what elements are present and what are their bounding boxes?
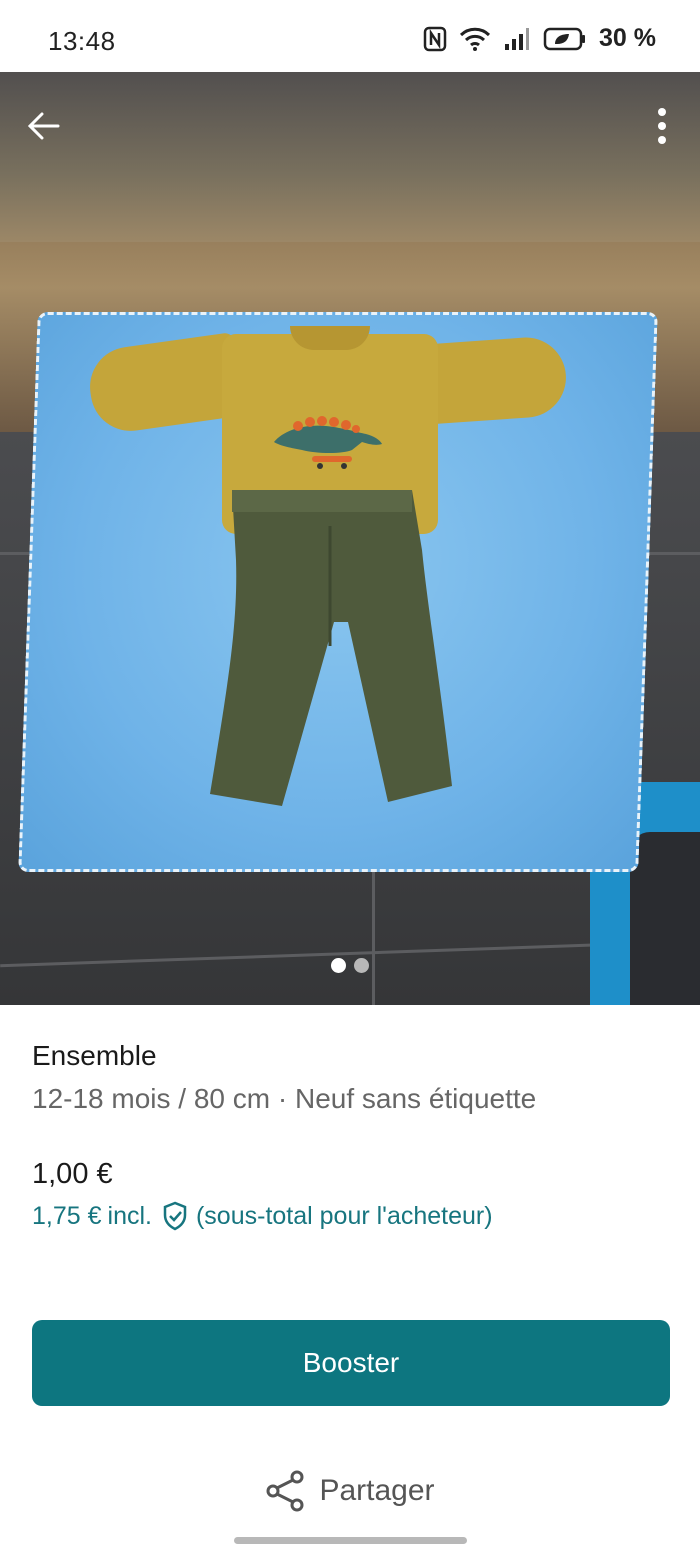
share-icon	[266, 1470, 304, 1512]
more-vertical-icon	[658, 108, 666, 144]
share-label: Partager	[319, 1474, 435, 1507]
battery-saver-icon	[543, 26, 587, 52]
item-title: Ensemble	[32, 1040, 157, 1071]
item-size-condition: 12-18 mois / 80 cm · Neuf sans étiquette	[32, 1083, 537, 1114]
signal-icon	[503, 26, 531, 52]
status-bar: 13:48 30 %	[0, 0, 700, 72]
floor-tile-line	[372, 862, 375, 1005]
subtotal-note: (sous-total pour l'acheteur)	[195, 1201, 493, 1230]
arrow-left-icon	[27, 112, 60, 140]
sweater-collar	[290, 326, 370, 350]
booster-button[interactable]: Booster	[32, 1320, 670, 1406]
gallery-pagination	[0, 958, 700, 973]
status-icons: 30 %	[423, 24, 656, 53]
item-price: 1,00 €	[32, 1158, 113, 1190]
back-button[interactable]	[20, 102, 68, 150]
pants	[210, 490, 452, 806]
wifi-icon	[459, 26, 491, 52]
more-options-button[interactable]	[642, 102, 682, 150]
photo-chair-inner	[630, 832, 700, 1005]
dinosaur-print	[274, 416, 382, 469]
pagination-dot[interactable]	[354, 958, 369, 973]
pagination-dot-active[interactable]	[331, 958, 346, 973]
photo-background-sky	[0, 72, 700, 242]
shield-check-icon	[160, 1200, 190, 1232]
status-time: 13:48	[48, 26, 116, 56]
share-button[interactable]: Partager	[0, 1470, 700, 1512]
battery-percent: 30 %	[599, 24, 656, 52]
product-photo[interactable]	[0, 72, 700, 1005]
nfc-icon	[423, 26, 447, 52]
home-indicator[interactable]	[234, 1537, 467, 1544]
incl-label: incl.	[107, 1201, 152, 1230]
price-including-fees: 1,75 €	[32, 1201, 102, 1230]
buyer-protection-price[interactable]: 1,75 € incl. (sous-total pour l'acheteur…	[32, 1200, 493, 1232]
